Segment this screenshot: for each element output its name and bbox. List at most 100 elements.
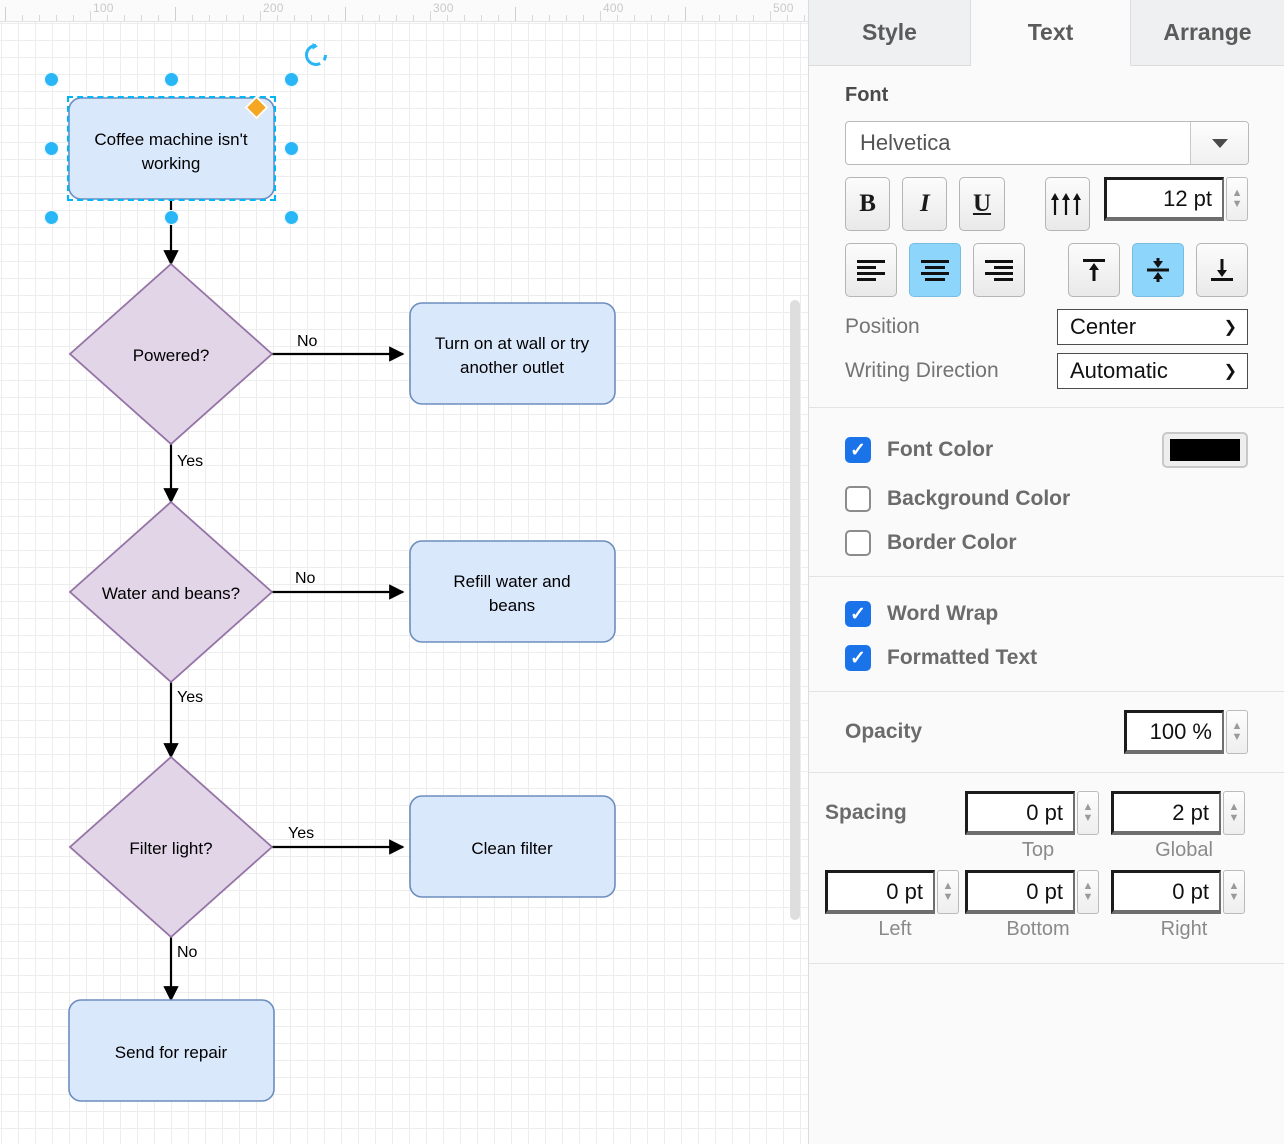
underline-button[interactable]: U bbox=[959, 177, 1004, 231]
spacing-top-field[interactable]: 0 pt ▲ ▼ bbox=[965, 791, 1111, 835]
tab-arrange[interactable]: Arrange bbox=[1131, 0, 1284, 66]
edge-label-water-no: No bbox=[295, 570, 316, 587]
spacing-left-cell: 0 pt ▲ ▼ Left bbox=[825, 870, 965, 941]
stepper-down-icon[interactable]: ▼ bbox=[1083, 892, 1094, 903]
background-color-checkbox[interactable] bbox=[845, 486, 871, 512]
bold-label: B bbox=[859, 190, 876, 218]
spacing-bottom-field[interactable]: 0 pt ▲ ▼ bbox=[965, 870, 1111, 914]
formatted-text-row: ✓ Formatted Text bbox=[845, 645, 1248, 671]
node-label: beans bbox=[489, 596, 535, 615]
font-family-select[interactable]: Helvetica bbox=[845, 121, 1249, 165]
font-size-stepper[interactable]: ▲ ▼ bbox=[1226, 177, 1248, 221]
border-color-label: Border Color bbox=[887, 531, 1017, 555]
valign-middle-button[interactable] bbox=[1132, 243, 1184, 297]
bold-button[interactable]: B bbox=[845, 177, 890, 231]
font-family-value: Helvetica bbox=[846, 122, 1190, 164]
italic-label: I bbox=[920, 190, 930, 218]
align-left-icon bbox=[854, 257, 888, 283]
node-clean-filter[interactable]: Clean filter bbox=[410, 796, 615, 897]
vertical-scrollbar[interactable] bbox=[790, 300, 800, 920]
stepper-down-icon[interactable]: ▼ bbox=[1232, 732, 1243, 743]
spacing-top-stepper[interactable]: ▲ ▼ bbox=[1077, 791, 1099, 835]
spacing-global-field[interactable]: 2 pt ▲ ▼ bbox=[1111, 791, 1257, 835]
edge-label-water-yes: Yes bbox=[177, 689, 203, 706]
spacing-bottom-value[interactable]: 0 pt bbox=[965, 870, 1075, 914]
stepper-down-icon[interactable]: ▼ bbox=[1232, 199, 1243, 210]
opacity-field[interactable]: 100 % ▲ ▼ bbox=[1124, 710, 1248, 754]
opacity-value[interactable]: 100 % bbox=[1124, 710, 1224, 754]
node-label: Send for repair bbox=[115, 1043, 228, 1062]
valign-bottom-button[interactable] bbox=[1196, 243, 1248, 297]
resize-handle-s[interactable] bbox=[164, 210, 179, 225]
chevron-down-icon[interactable] bbox=[1190, 122, 1248, 164]
node-label: Powered? bbox=[133, 346, 210, 365]
align-right-icon bbox=[982, 257, 1016, 283]
opacity-stepper[interactable]: ▲ ▼ bbox=[1226, 710, 1248, 754]
node-label: Coffee machine isn't bbox=[94, 130, 247, 149]
align-right-button[interactable] bbox=[973, 243, 1025, 297]
spacing-left-field[interactable]: 0 pt ▲ ▼ bbox=[825, 870, 965, 914]
valign-top-button[interactable] bbox=[1068, 243, 1120, 297]
resize-handle-e[interactable] bbox=[284, 141, 299, 156]
node-start[interactable]: Coffee machine isn't working bbox=[69, 98, 274, 199]
alignment-row bbox=[845, 243, 1248, 297]
border-color-checkbox[interactable] bbox=[845, 530, 871, 556]
resize-handle-n[interactable] bbox=[164, 72, 179, 87]
stepper-down-icon[interactable]: ▼ bbox=[1083, 813, 1094, 824]
diagram-canvas[interactable]: 100 200 300 400 500 Coffee machine isn't… bbox=[0, 0, 808, 1144]
font-size-field[interactable]: 12 pt ▲ ▼ bbox=[1104, 177, 1248, 221]
border-color-row: Border Color bbox=[845, 530, 1248, 556]
formatted-text-checkbox[interactable]: ✓ bbox=[845, 645, 871, 671]
align-left-button[interactable] bbox=[845, 243, 897, 297]
resize-handle-nw[interactable] bbox=[44, 72, 59, 87]
align-center-button[interactable] bbox=[909, 243, 961, 297]
node-water-and-beans[interactable]: Water and beans? bbox=[70, 502, 272, 682]
spacing-right-field[interactable]: 0 pt ▲ ▼ bbox=[1111, 870, 1257, 914]
node-powered[interactable]: Powered? bbox=[70, 264, 272, 444]
writing-direction-select[interactable]: Automatic ❯ bbox=[1057, 353, 1248, 389]
resize-handle-ne[interactable] bbox=[284, 72, 299, 87]
stepper-down-icon[interactable]: ▼ bbox=[1229, 892, 1240, 903]
stepper-down-icon[interactable]: ▼ bbox=[943, 892, 954, 903]
spacing-left-stepper[interactable]: ▲ ▼ bbox=[937, 870, 959, 914]
spacing-bottom-cell: 0 pt ▲ ▼ Bottom bbox=[965, 870, 1111, 941]
node-send-for-repair[interactable]: Send for repair bbox=[69, 1000, 274, 1101]
node-label: another outlet bbox=[460, 358, 564, 377]
resize-handle-w[interactable] bbox=[44, 141, 59, 156]
spacing-left-value[interactable]: 0 pt bbox=[825, 870, 935, 914]
align-middle-icon bbox=[1143, 256, 1173, 284]
spacing-global-stepper[interactable]: ▲ ▼ bbox=[1223, 791, 1245, 835]
check-icon: ✓ bbox=[850, 605, 866, 624]
resize-handle-sw[interactable] bbox=[44, 210, 59, 225]
tab-text[interactable]: Text bbox=[971, 0, 1131, 66]
spacing-top-value[interactable]: 0 pt bbox=[965, 791, 1075, 835]
font-section-title: Font bbox=[845, 84, 1248, 107]
check-icon: ✓ bbox=[850, 441, 866, 460]
font-color-swatch[interactable] bbox=[1162, 432, 1248, 468]
opacity-label: Opacity bbox=[845, 720, 1124, 744]
node-label: Turn on at wall or try bbox=[435, 334, 590, 353]
spacing-right-value[interactable]: 0 pt bbox=[1111, 870, 1221, 914]
spacing-top-cell: 0 pt ▲ ▼ Top bbox=[965, 791, 1111, 862]
resize-handle-se[interactable] bbox=[284, 210, 299, 225]
rotate-handle-icon[interactable] bbox=[303, 42, 329, 68]
spacing-top-caption: Top bbox=[965, 839, 1111, 862]
node-turn-on-at-wall[interactable]: Turn on at wall or try another outlet bbox=[410, 303, 615, 404]
stepper-down-icon[interactable]: ▼ bbox=[1229, 813, 1240, 824]
spacing-right-stepper[interactable]: ▲ ▼ bbox=[1223, 870, 1245, 914]
tab-style[interactable]: Style bbox=[809, 0, 971, 66]
position-select[interactable]: Center ❯ bbox=[1057, 309, 1248, 345]
font-size-value[interactable]: 12 pt bbox=[1104, 177, 1224, 221]
node-filter-light[interactable]: Filter light? bbox=[70, 757, 272, 937]
font-size-icon-button[interactable] bbox=[1045, 177, 1090, 231]
font-color-checkbox[interactable]: ✓ bbox=[845, 437, 871, 463]
node-label: Water and beans? bbox=[102, 584, 240, 603]
spacing-bottom-stepper[interactable]: ▲ ▼ bbox=[1077, 870, 1099, 914]
spacing-row-2: 0 pt ▲ ▼ Left 0 pt ▲ ▼ Bottom bbox=[825, 870, 1264, 941]
word-wrap-checkbox[interactable]: ✓ bbox=[845, 601, 871, 627]
node-refill-water-and-beans[interactable]: Refill water and beans bbox=[410, 541, 615, 642]
spacing-global-value[interactable]: 2 pt bbox=[1111, 791, 1221, 835]
align-bottom-icon bbox=[1207, 256, 1237, 284]
background-color-row: Background Color bbox=[845, 486, 1248, 512]
italic-button[interactable]: I bbox=[902, 177, 947, 231]
